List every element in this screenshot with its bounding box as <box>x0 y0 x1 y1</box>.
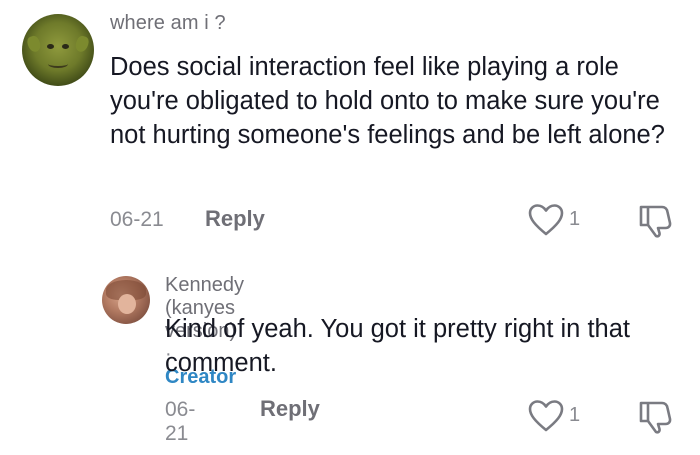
comment-text: Does social interaction feel like playin… <box>110 53 665 149</box>
comment-username[interactable]: where am i ? <box>110 12 226 35</box>
like-count: 1 <box>569 208 581 230</box>
comment-date: 06-21 <box>110 208 164 231</box>
comment: where am i ? Does social interaction fee… <box>0 0 700 250</box>
thumbs-down-icon <box>639 205 672 238</box>
thumbs-down-icon <box>639 401 672 434</box>
reply-text: Kind of yeah. You got it pretty right in… <box>165 315 630 377</box>
avatar-eye-right <box>62 44 69 49</box>
avatar[interactable] <box>22 14 94 86</box>
avatar-eye-left <box>47 44 54 49</box>
dislike-button[interactable] <box>637 201 675 244</box>
reply-button[interactable]: Reply <box>205 206 265 232</box>
like-button[interactable] <box>527 203 565 242</box>
avatar-ear-right <box>73 34 91 54</box>
like-count: 1 <box>569 404 581 426</box>
heart-icon <box>528 400 564 432</box>
like-button[interactable] <box>527 399 565 438</box>
reply-date: 06-21 <box>165 398 196 445</box>
avatar[interactable] <box>102 276 150 324</box>
reply-button[interactable]: Reply <box>260 396 320 422</box>
heart-icon <box>528 204 564 236</box>
avatar-mouth <box>48 60 68 68</box>
dislike-button[interactable] <box>637 397 675 440</box>
avatar-ear-left <box>25 34 43 54</box>
avatar-face <box>118 294 136 314</box>
